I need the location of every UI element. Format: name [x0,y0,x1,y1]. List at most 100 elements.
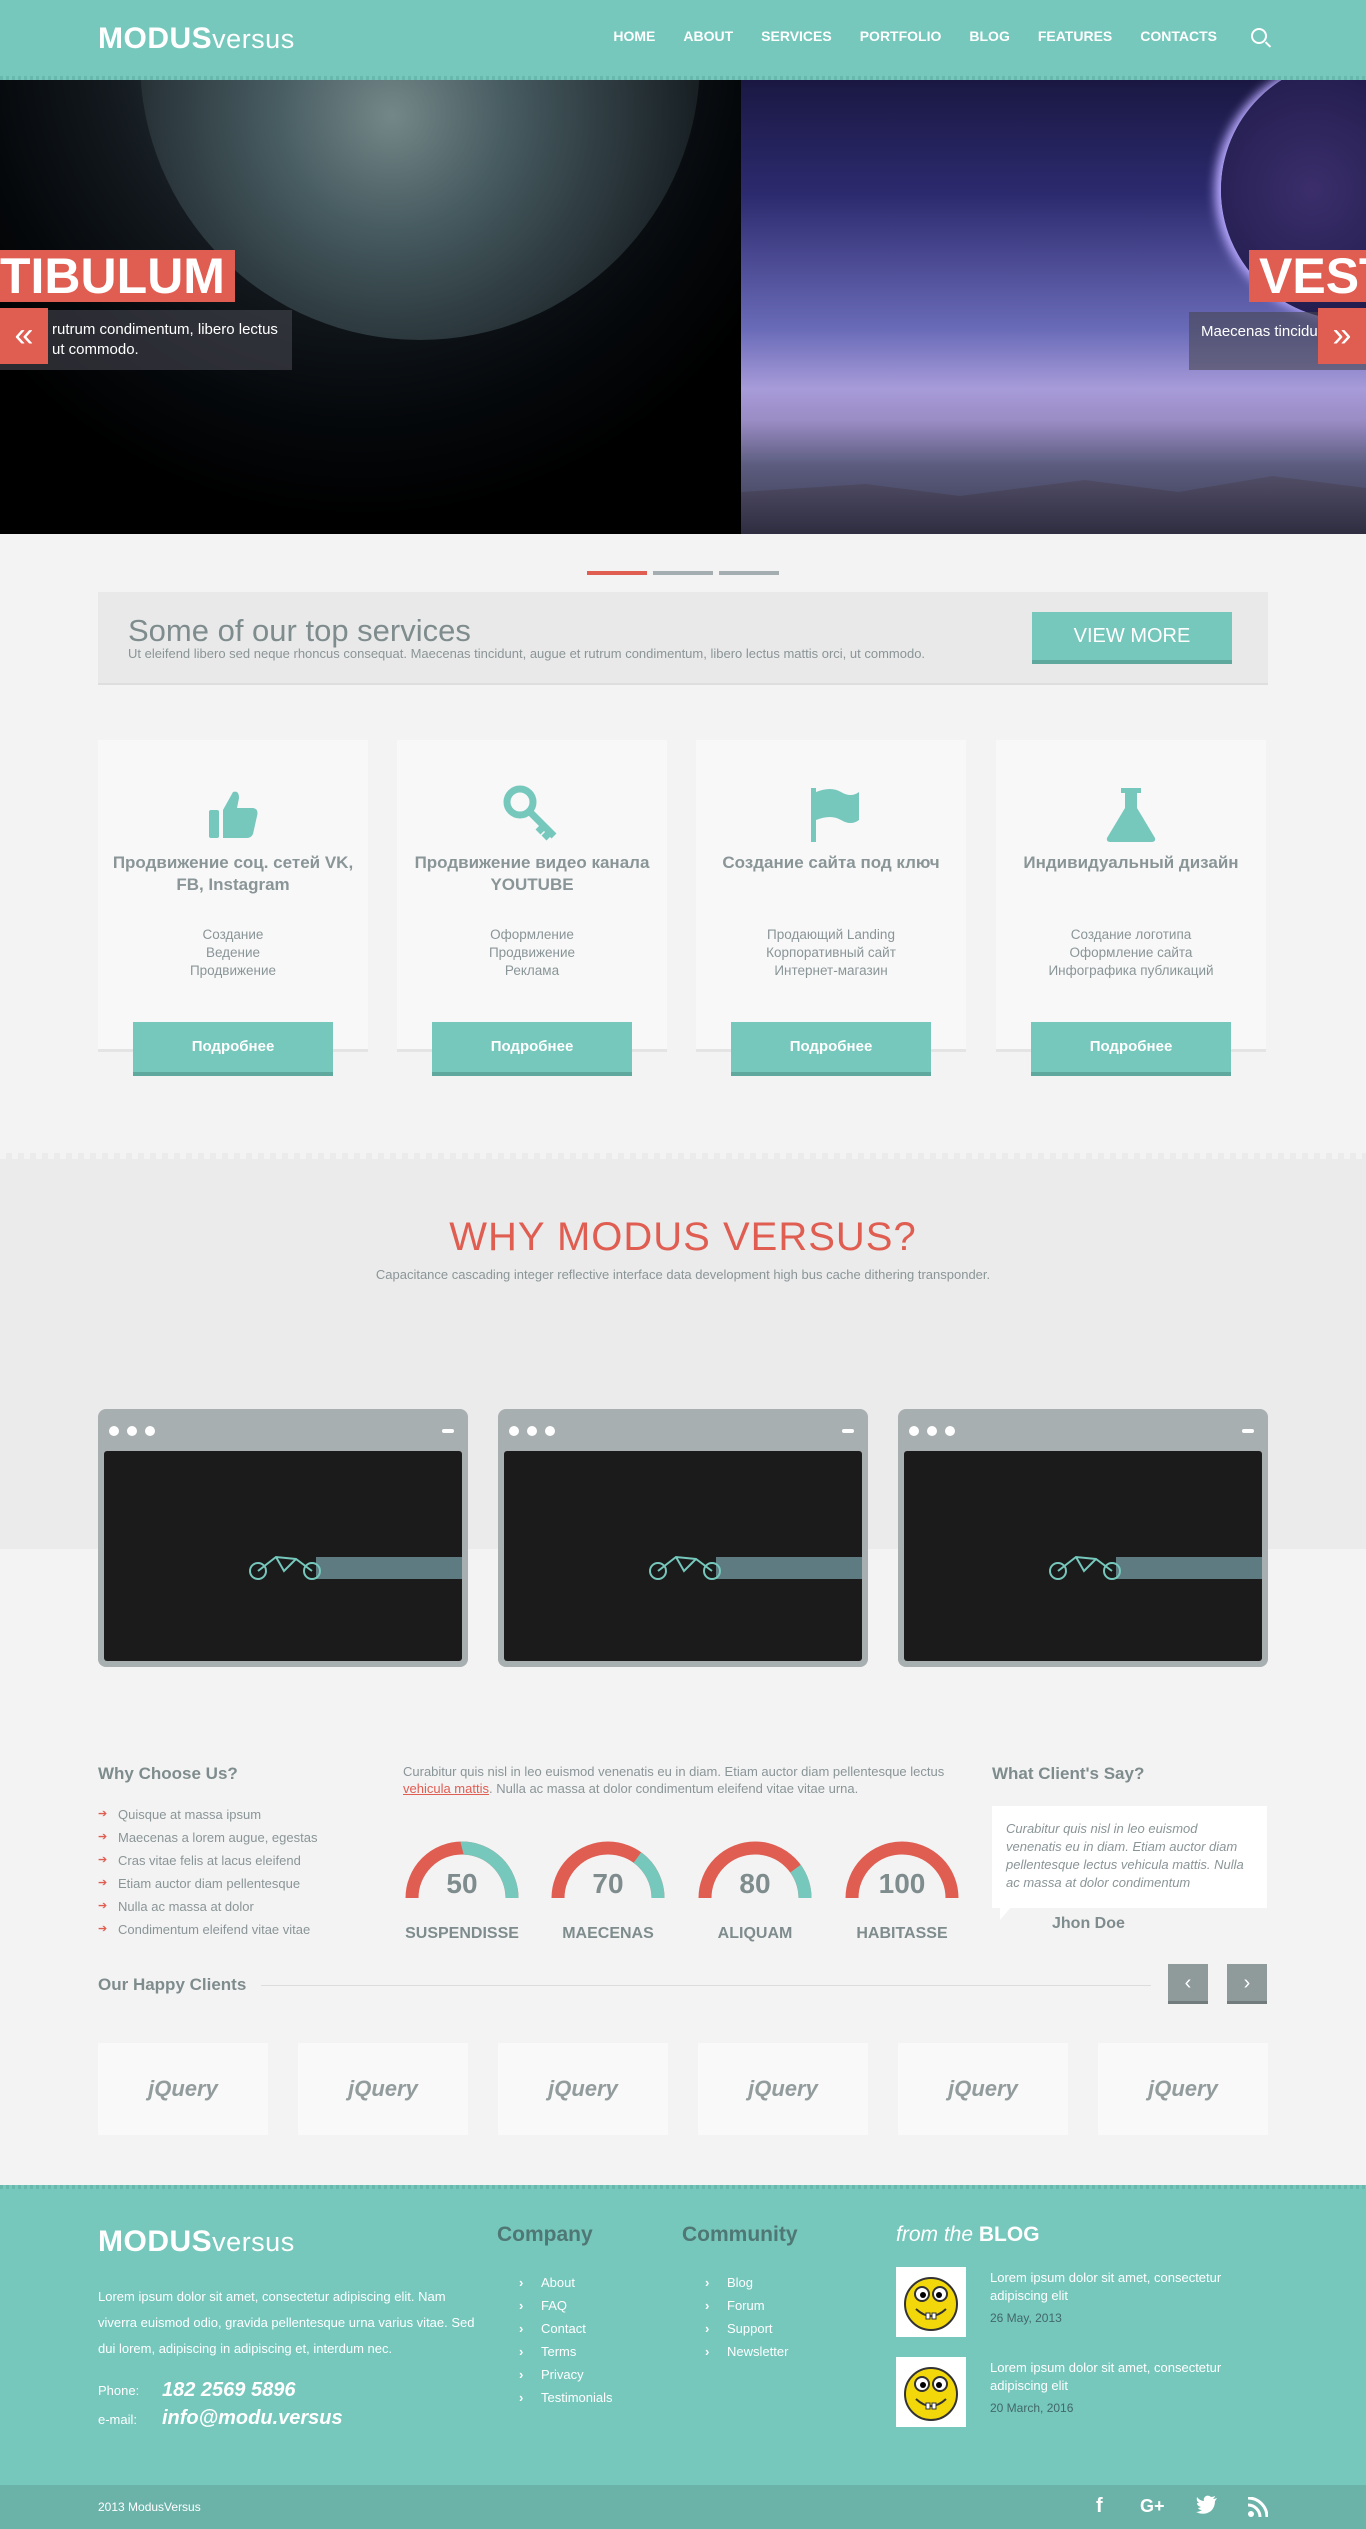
hero-next-button[interactable]: » [1318,308,1366,364]
divider [261,1985,1151,1986]
service-line: Ведение [205,945,261,960]
client-logo[interactable]: jQuery [1098,2043,1268,2135]
phone-number[interactable]: 182 2569 5896 [162,2379,295,2402]
footer-logo-light: versus [212,2227,295,2257]
email-address[interactable]: info@modu.versus [162,2407,343,2430]
slider-dot-2[interactable] [653,571,713,575]
footer-link[interactable]: Terms [519,2340,613,2363]
company-title: Company [497,2223,593,2246]
slider-dot-3[interactable] [719,571,779,575]
gauge: 80 ALIQUAM [695,1838,815,1943]
browser-screen[interactable] [904,1451,1262,1661]
nav-features[interactable]: FEATURES [1038,28,1112,44]
footer-link[interactable]: Support [705,2317,788,2340]
hero-prev-button[interactable]: « [0,308,48,364]
gauge-label: MAECENAS [562,1925,654,1942]
client-logo[interactable]: jQuery [498,2043,668,2135]
site-logo[interactable]: MODUSversus [98,22,295,56]
list-item: Etiam auctor diam pellentesque [98,1872,317,1895]
browser-screen[interactable] [104,1451,462,1661]
client-logo[interactable]: jQuery [298,2043,468,2135]
service-line: Корпоративный сайт [766,945,896,960]
road-graphic [716,1557,862,1579]
browser-screen[interactable] [504,1451,862,1661]
client-logo[interactable]: jQuery [98,2043,268,2135]
stats-intro-link[interactable]: vehicula mattis [403,1781,489,1796]
slider-dot-1[interactable] [587,571,647,575]
client-logo[interactable]: jQuery [898,2043,1068,2135]
search-icon[interactable] [1251,28,1267,44]
footer-logo-bold: MODUS [98,2225,213,2258]
nav-blog[interactable]: BLOG [969,28,1009,44]
logo-bold: MODUS [98,22,213,55]
google-plus-icon[interactable]: G+ [1140,2496,1165,2517]
clients-prev-button[interactable]: ‹ [1168,1964,1208,2004]
nav-home[interactable]: HOME [613,28,655,44]
clients-title: Our Happy Clients [98,1975,247,1994]
window-dot [109,1426,119,1436]
footer-link[interactable]: Testimonials [519,2386,613,2409]
service-title: Индивидуальный дизайн [1023,853,1239,872]
nav-about[interactable]: ABOUT [683,28,733,44]
footer-link[interactable]: Forum [705,2294,788,2317]
why-title: WHY MODUS VERSUS? [449,1215,917,1259]
service-line: Продающий Landing [767,927,895,942]
smiley-icon [904,2277,958,2331]
window-dot [527,1426,537,1436]
nav-contacts[interactable]: CONTACTS [1140,28,1217,44]
footer-link[interactable]: Privacy [519,2363,613,2386]
footer-link[interactable]: Blog [705,2271,788,2294]
gauge: 50 SUSPENDISSE [402,1838,522,1943]
service-card: Продвижение соц. сетей VK, FB, Instagram… [98,740,368,1076]
window-dot [927,1426,937,1436]
service-line: Продвижение [488,945,576,960]
footer-logo[interactable]: MODUSversus [98,2225,295,2259]
minimize-icon [442,1429,454,1433]
service-more-button[interactable]: Подробнее [133,1022,333,1076]
rss-icon[interactable] [1247,2496,1269,2522]
flag-icon [811,788,859,842]
service-line: Создание логотипа [1070,927,1192,942]
phone-label: Phone: [98,2383,140,2398]
blog-thumbnail[interactable] [896,2357,966,2427]
nav-services[interactable]: SERVICES [761,28,832,44]
hero-caption-left-line1: rutrum condimentum, libero lectus [52,321,278,338]
blog-post-title[interactable]: Lorem ipsum dolor sit amet, consectetur … [990,2269,1270,2305]
clients-next-button[interactable]: › [1227,1964,1267,2004]
gauge-label: ALIQUAM [717,1925,793,1942]
footer-link[interactable]: Contact [519,2317,613,2340]
footer-link[interactable]: About [519,2271,613,2294]
gauge-label: SUSPENDISSE [405,1925,519,1942]
service-lines: Создание логотипа Оформление сайта Инфог… [996,926,1266,980]
view-more-button[interactable]: VIEW MORE [1032,612,1232,664]
motorcycle-icon [1049,1555,1121,1580]
list-item: Quisque at massa ipsum [98,1803,317,1826]
banner-text: Ut eleifend libero sed neque rhoncus con… [128,646,926,661]
service-more-button[interactable]: Подробнее [432,1022,632,1076]
testimonial-quote: Curabitur quis nisl in leo euismod venen… [992,1806,1267,1908]
browser-mockup [98,1409,468,1667]
footer-link[interactable]: FAQ [519,2294,613,2317]
client-logo[interactable]: jQuery [698,2043,868,2135]
service-card: Продвижение видео канала YOUTUBE Оформле… [397,740,667,1076]
facebook-icon[interactable]: f [1096,2495,1103,2518]
service-line: Создание [202,927,264,942]
hero-title-left: TIBULUM [0,250,235,302]
browser-mockup [498,1409,868,1667]
browser-mockup [898,1409,1268,1667]
community-title: Community [682,2223,798,2246]
footer-about: Lorem ipsum dolor sit amet, consectetur … [98,2289,475,2356]
service-more-button[interactable]: Подробнее [731,1022,931,1076]
why-choose-list: Quisque at massa ipsum Maecenas a lorem … [98,1803,317,1941]
service-lines: Создание Ведение Продвижение [98,926,368,980]
testimonial-author: Jhon Doe [1052,1915,1125,1932]
minimize-icon [842,1429,854,1433]
gauge-value: 50 [446,1868,478,1899]
twitter-icon[interactable] [1196,2495,1218,2520]
blog-thumbnail[interactable] [896,2267,966,2337]
footer-link[interactable]: Newsletter [705,2340,788,2363]
service-more-button[interactable]: Подробнее [1031,1022,1231,1076]
blog-post-date: 26 May, 2013 [990,2311,1062,2325]
blog-post-title[interactable]: Lorem ipsum dolor sit amet, consectetur … [990,2359,1270,2395]
nav-portfolio[interactable]: PORTFOLIO [860,28,942,44]
